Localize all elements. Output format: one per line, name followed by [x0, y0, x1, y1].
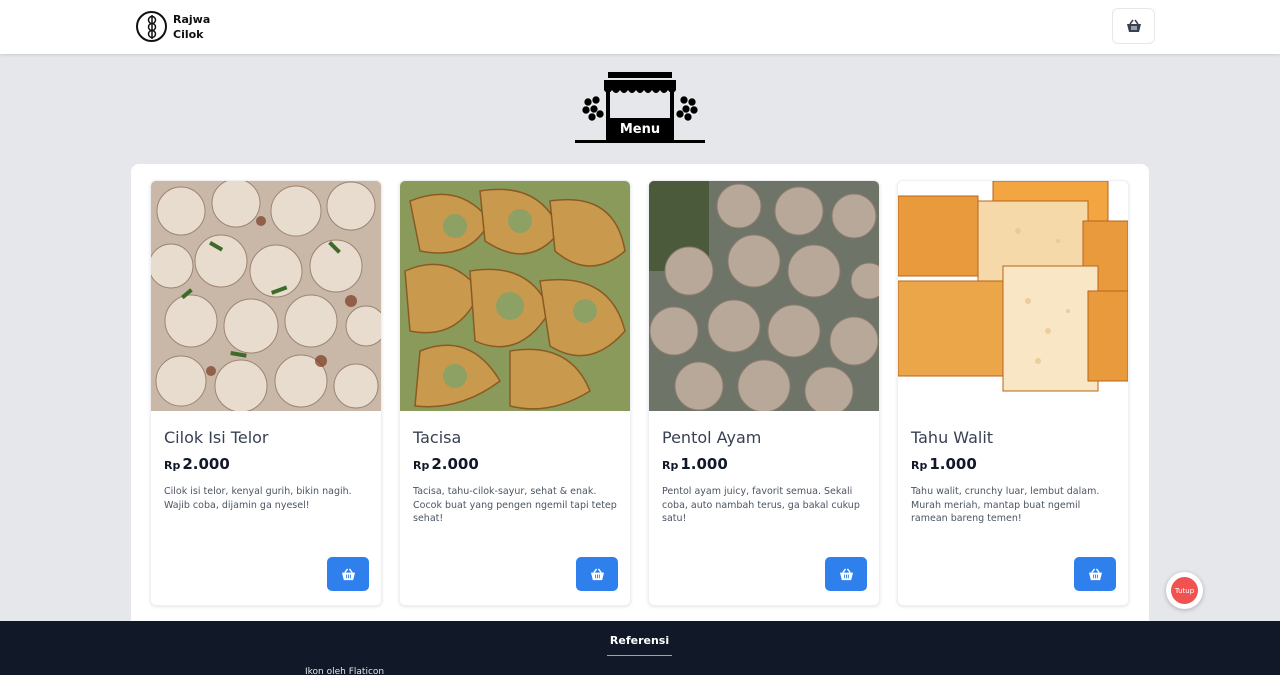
fried-tofu-photo: [898, 181, 1128, 411]
product-description: Tahu walit, crunchy luar, lembut dalam. …: [911, 486, 1100, 524]
cilok-skewer-icon: [136, 11, 167, 42]
basket-icon: [839, 568, 853, 580]
add-to-cart-button[interactable]: [327, 557, 369, 591]
price-currency: Rp: [662, 459, 679, 472]
tacisa-photo: [400, 181, 630, 411]
add-to-cart-button[interactable]: [576, 557, 618, 591]
price-currency: Rp: [413, 459, 430, 472]
product-name: Cilok Isi Telor: [164, 428, 269, 447]
basket-icon: [341, 568, 355, 580]
cart-button[interactable]: [1112, 8, 1155, 44]
price-currency: Rp: [911, 459, 928, 472]
brand[interactable]: Rajwa Cilok: [136, 11, 213, 42]
basket-icon: [1088, 568, 1102, 580]
product-card: Pentol Ayam Rp 1.000 Pentol ayam juicy, f…: [648, 180, 880, 606]
footer-credit-link[interactable]: Ikon oleh Flaticon: [305, 667, 384, 675]
product-description: Pentol ayam juicy, favorit semua. Sekali…: [662, 486, 860, 524]
close-label: Tutup: [1171, 577, 1198, 604]
brand-name-line1: Rajwa: [173, 12, 211, 26]
add-to-cart-button[interactable]: [1074, 557, 1116, 591]
basket-icon: [590, 568, 604, 580]
brand-name: Rajwa Cilok: [173, 12, 213, 42]
price-currency: Rp: [164, 459, 181, 472]
product-description: Tacisa, tahu-cilok-sayur, sehat & enak. …: [413, 486, 617, 524]
product-card: Tahu Walit Rp 1.000 Tahu walit, crunchy l…: [897, 180, 1129, 606]
top-navbar: Rajwa Cilok: [0, 0, 1280, 54]
price-value: 2.000: [431, 455, 479, 473]
product-name: Pentol Ayam: [662, 428, 762, 447]
brand-name-line2: Cilok: [173, 27, 204, 41]
price-value: 1.000: [680, 455, 728, 473]
menu-heading: Menu: [619, 122, 661, 137]
cilok-photo: [151, 181, 381, 411]
menu-hero: Menu: [572, 70, 708, 148]
price-value: 2.000: [182, 455, 230, 473]
product-description: Cilok isi telor, kenyal gurih, bikin nag…: [164, 486, 352, 511]
product-grid: Cilok Isi Telor Rp 2.000 Cilok isi telor,…: [131, 164, 1149, 634]
meatball-photo: [649, 181, 879, 411]
basket-icon: [1126, 19, 1141, 32]
product-price: Rp 2.000: [164, 455, 230, 473]
footer-title: Referensi: [607, 634, 672, 656]
product-name: Tacisa: [413, 428, 462, 447]
close-floating-button[interactable]: Tutup: [1166, 572, 1203, 609]
product-name: Tahu Walit: [911, 428, 994, 447]
footer: Referensi Ikon oleh Flaticon: [0, 621, 1280, 675]
add-to-cart-button[interactable]: [825, 557, 867, 591]
product-card: Tacisa Rp 2.000 Tacisa, tahu-cilok-sayur,…: [399, 180, 631, 606]
product-price: Rp 1.000: [662, 455, 728, 473]
price-value: 1.000: [929, 455, 977, 473]
product-card: Cilok Isi Telor Rp 2.000 Cilok isi telor,…: [150, 180, 382, 606]
product-price: Rp 1.000: [911, 455, 977, 473]
product-price: Rp 2.000: [413, 455, 479, 473]
